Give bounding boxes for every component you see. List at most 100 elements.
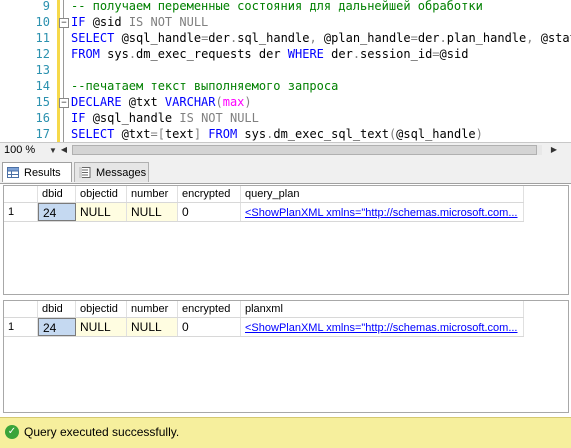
code-token: ] [193, 127, 209, 141]
sql-editor[interactable]: 9 -- получаем переменные состояния для да… [0, 0, 571, 142]
code-token: @txt [128, 95, 165, 109]
scroll-left-icon[interactable]: ◀ [58, 144, 70, 156]
collapse-icon[interactable]: − [59, 98, 69, 108]
table-row[interactable]: 1 24 NULL NULL 0 <ShowPlanXML xmlns="htt… [4, 203, 524, 222]
code-token: der [208, 31, 230, 45]
tab-messages-label: Messages [96, 167, 147, 179]
cell-encrypted[interactable]: 0 [178, 318, 241, 336]
grid-header: dbid objectid number encrypted planxml [4, 301, 524, 318]
results-grid-2[interactable]: dbid objectid number encrypted planxml 1… [3, 300, 569, 413]
horizontal-scrollbar[interactable] [72, 145, 542, 155]
code-token: ( [215, 95, 223, 109]
code-text: FROM sys.dm_exec_requests der WHERE der.… [71, 46, 468, 62]
column-header[interactable]: query_plan [241, 186, 524, 202]
code-token: @plan_handle [323, 31, 411, 45]
column-header[interactable]: number [127, 186, 178, 202]
column-header[interactable]: planxml [241, 301, 524, 317]
code-token: = [410, 31, 418, 45]
code-token: IS NOT NULL [128, 15, 209, 29]
code-token: @txt [121, 127, 151, 141]
code-token: @sql_handle [396, 127, 476, 141]
code-token: sql_handle [237, 31, 310, 45]
row-number[interactable]: 1 [4, 203, 38, 221]
query-plan-link[interactable]: <ShowPlanXML xmlns="http://schemas.micro… [245, 207, 518, 219]
row-header-corner [4, 301, 38, 317]
code-line[interactable]: 11 SELECT @sql_handle=der.sql_handle, @pl… [0, 30, 571, 46]
results-grid-1[interactable]: dbid objectid number encrypted query_pla… [3, 185, 569, 295]
code-token: @statem [540, 31, 571, 45]
code-token: sys [107, 47, 129, 61]
code-token: . [128, 47, 137, 61]
cell-query-plan[interactable]: <ShowPlanXML xmlns="http://schemas.micro… [241, 203, 524, 221]
cell-number[interactable]: NULL [127, 203, 178, 221]
cell-number[interactable]: NULL [127, 318, 178, 336]
code-token: dm_exec_sql_text [273, 127, 389, 141]
zoom-dropdown[interactable]: 100 % [2, 143, 50, 157]
code-line[interactable]: 14 --печатаем текст выполняемого запроса [0, 78, 571, 94]
code-token: @sid [439, 47, 469, 61]
code-line[interactable]: 16 IF @sql_handle IS NOT NULL [0, 110, 571, 126]
code-line[interactable]: 15− DECLARE @txt VARCHAR(max) [0, 94, 571, 110]
column-header[interactable]: dbid [38, 301, 76, 317]
code-token: dm_exec_requests der [136, 47, 288, 61]
cell-encrypted[interactable]: 0 [178, 203, 241, 221]
code-token: sys [244, 127, 267, 141]
code-token: ) [475, 127, 483, 141]
cell-objectid[interactable]: NULL [76, 203, 127, 221]
line-number: 10 [35, 15, 50, 29]
code-text: --печатаем текст выполняемого запроса [71, 78, 338, 94]
code-text: SELECT @sql_handle=der.sql_handle, @plan… [71, 30, 571, 46]
tab-results-label: Results [24, 167, 61, 179]
column-header[interactable]: encrypted [178, 186, 241, 202]
code-token: FROM [71, 47, 108, 61]
code-line[interactable]: 9 -- получаем переменные состояния для да… [0, 0, 571, 14]
column-header[interactable]: objectid [76, 186, 127, 202]
column-header[interactable]: objectid [76, 301, 127, 317]
code-line[interactable]: 10− IF @sid IS NOT NULL [0, 14, 571, 30]
scroll-right-icon[interactable]: ▶ [548, 144, 560, 156]
chevron-down-icon[interactable]: ▼ [49, 146, 57, 155]
code-token: plan_handle [446, 31, 527, 45]
code-text: IF @sid IS NOT NULL [71, 14, 208, 30]
line-number: 11 [35, 31, 50, 45]
row-number[interactable]: 1 [4, 318, 38, 336]
collapse-icon[interactable]: − [59, 18, 69, 28]
code-token: SELECT [71, 31, 122, 45]
cell-dbid[interactable]: 24 [38, 318, 76, 336]
planxml-link[interactable]: <ShowPlanXML xmlns="http://schemas.micro… [245, 322, 518, 334]
cell-planxml[interactable]: <ShowPlanXML xmlns="http://schemas.micro… [241, 318, 524, 336]
code-text: IF @sql_handle IS NOT NULL [71, 110, 259, 126]
table-row[interactable]: 1 24 NULL NULL 0 <ShowPlanXML xmlns="htt… [4, 318, 524, 337]
code-token: @sql_handle [121, 31, 202, 45]
line-number: 16 [35, 111, 50, 125]
code-line[interactable]: 12 FROM sys.dm_exec_requests der WHERE de… [0, 46, 571, 62]
code-token: der [331, 47, 353, 61]
code-token: @sid [92, 15, 129, 29]
code-token: @sql_handle [92, 111, 180, 125]
cell-objectid[interactable]: NULL [76, 318, 127, 336]
column-header[interactable]: dbid [38, 186, 76, 202]
code-token: VARCHAR [164, 95, 216, 109]
code-token: . [439, 31, 447, 45]
scrollbar-thumb[interactable] [72, 145, 537, 155]
code-token: = [432, 47, 440, 61]
code-line[interactable]: 13 [0, 62, 571, 78]
zoom-value: 100 % [4, 144, 36, 156]
tab-results[interactable]: Results [2, 162, 72, 182]
code-text: DECLARE @txt VARCHAR(max) [71, 94, 252, 110]
cell-dbid[interactable]: 24 [38, 203, 76, 221]
column-header[interactable]: encrypted [178, 301, 241, 317]
code-token: --печатаем текст выполняемого запроса [71, 79, 339, 93]
code-token: ) [244, 95, 252, 109]
tab-messages[interactable]: Messages [74, 162, 149, 182]
code-token: der [417, 31, 440, 45]
row-header-corner [4, 186, 38, 202]
messages-icon [79, 167, 91, 178]
status-text: Query executed successfully. [24, 425, 180, 439]
line-number: 13 [35, 63, 50, 77]
code-token: SELECT [71, 127, 122, 141]
column-header[interactable]: number [127, 301, 178, 317]
code-token: FROM [208, 127, 245, 141]
code-line[interactable]: 17 SELECT @txt=[text] FROM sys.dm_exec_sq… [0, 126, 571, 142]
code-token: , [309, 31, 324, 45]
